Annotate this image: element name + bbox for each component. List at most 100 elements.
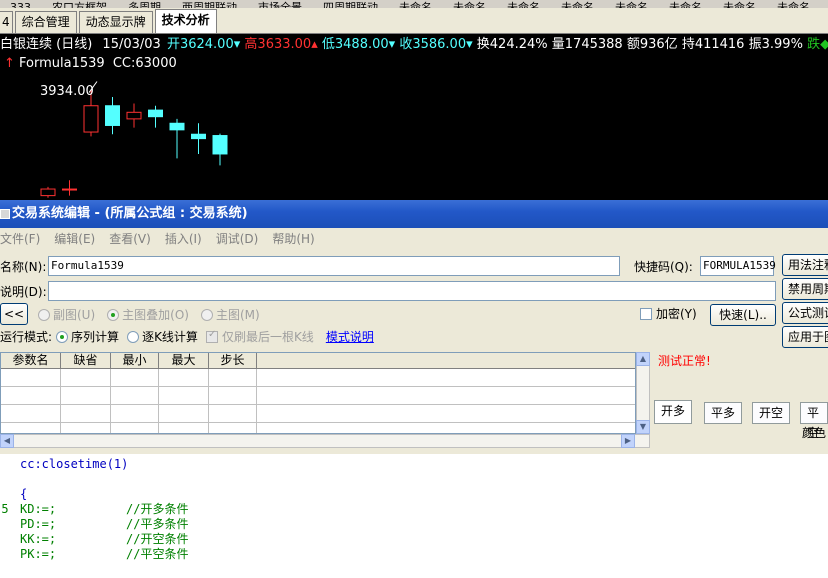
table-row[interactable] xyxy=(1,387,635,405)
candle-body xyxy=(105,105,120,126)
name-label: 名称(N): xyxy=(0,259,47,274)
test-result-panel: 测试正常! 开多 平多 开空 平空 颜色 xyxy=(654,352,828,448)
mode-kline-radio[interactable] xyxy=(127,331,140,343)
candle-body xyxy=(62,188,77,191)
editor-title: 交易系统编辑 - (所属公式组 : 交易系统) xyxy=(12,206,248,221)
col-default[interactable]: 缺省 xyxy=(61,353,111,368)
mode-help-link[interactable]: 模式说明 xyxy=(326,328,374,345)
name-input[interactable]: Formula1539 xyxy=(48,256,620,276)
menu-file[interactable]: 文件(F) xyxy=(0,230,40,247)
code-line: PK:=; //平空条件 xyxy=(20,547,188,562)
mode-sequence-option[interactable]: 序列计算 xyxy=(56,328,119,345)
code-statement: PD:=; xyxy=(20,517,57,531)
formula-code-editor[interactable]: cc:closetime(1){5 KD:=;//开多条件 PD:=;//平多条件 K… xyxy=(0,454,828,578)
menu-insert[interactable]: 插入(I) xyxy=(165,230,202,247)
editor-titlebar[interactable]: 交易系统编辑 - (所属公式组 : 交易系统) xyxy=(0,200,828,228)
code-comment: //开多条件 xyxy=(126,502,189,516)
overlay-radio[interactable] xyxy=(107,308,120,321)
encrypt-label: 加密(Y) xyxy=(656,307,697,321)
candle-body xyxy=(212,135,228,155)
usage-notes-button[interactable]: 用法注释 xyxy=(782,254,828,276)
menu-help[interactable]: 帮助(H) xyxy=(272,230,314,247)
subchart-option[interactable]: 副图(U) xyxy=(38,306,95,323)
view-tab-bar: 4 综合管理 动态显示牌 技术分析 xyxy=(0,8,828,34)
mode-sequence-label: 序列计算 xyxy=(71,330,120,344)
table-row[interactable] xyxy=(1,369,635,387)
scroll-up-icon[interactable]: ▲ xyxy=(636,352,650,366)
encrypt-checkbox[interactable] xyxy=(640,307,652,320)
tab-close-short[interactable]: 平空 xyxy=(800,402,828,440)
menu-edit[interactable]: 编辑(E) xyxy=(54,230,95,247)
description-label: 说明(D): xyxy=(0,284,47,299)
code-comment: //开空条件 xyxy=(126,532,189,546)
formula-test-button[interactable]: 公式测试 xyxy=(782,302,828,324)
code-line: cc:closetime(1) xyxy=(20,457,129,471)
table-row[interactable] xyxy=(1,423,635,433)
shortcut-label: 快捷码(Q): xyxy=(634,259,693,274)
subchart-label: 副图(U) xyxy=(53,307,96,322)
encrypt-option[interactable]: 加密(Y) xyxy=(640,305,697,322)
disable-period-button[interactable]: 禁用周期 xyxy=(782,278,828,300)
window-icon xyxy=(0,209,10,219)
col-min[interactable]: 最小 xyxy=(111,353,159,368)
scroll-right-icon[interactable]: ▶ xyxy=(621,434,635,448)
candle-body xyxy=(148,109,163,118)
scroll-left-icon[interactable]: ◀ xyxy=(0,434,14,448)
code-line: { xyxy=(20,487,28,501)
col-max[interactable]: 最大 xyxy=(159,353,209,368)
col-step[interactable]: 步长 xyxy=(209,353,257,368)
parameter-table-header: 参数名 缺省 最小 最大 步长 xyxy=(1,353,635,369)
kline-chart[interactable]: 白银连续 (日线) 15/03/03 开3624.00▾ 高3633.00▴ 低… xyxy=(0,34,828,200)
mode-kline-option[interactable]: 逐K线计算 xyxy=(127,328,198,345)
overlay-label: 主图叠加(O) xyxy=(122,307,189,322)
run-mode-row: 运行模式: 序列计算 逐K线计算 仅刷最后一根K线 模式说明 xyxy=(0,328,374,345)
candle-body xyxy=(40,188,56,197)
subchart-radio[interactable] xyxy=(38,308,50,321)
name-row: 名称(N): Formula1539 快捷码(Q): FORMULA1539 xyxy=(0,256,776,276)
description-input[interactable] xyxy=(48,281,776,301)
tab-technical-analysis[interactable]: 技术分析 xyxy=(154,9,217,33)
code-statement: KD:=; xyxy=(20,502,57,516)
run-mode-label: 运行模式: xyxy=(0,330,53,344)
mainchart-radio[interactable] xyxy=(200,308,213,321)
candle-body xyxy=(169,122,185,131)
menu-view[interactable]: 查看(V) xyxy=(109,230,151,247)
top-tab-strip: 333 农口方框架 多周期 两周期联动 市场全景 四周期联动 未命名 未命名 未命名 未命名 未命名… xyxy=(0,0,828,8)
tab-open-short[interactable]: 开空 xyxy=(752,402,791,424)
scroll-down-icon[interactable]: ▼ xyxy=(636,420,650,434)
mainchart-option[interactable]: 主图(M) xyxy=(200,306,260,323)
code-line: KK:=; //开空条件 xyxy=(20,532,188,547)
code-line: PD:=; //平多条件 xyxy=(20,517,188,532)
refresh-last-option[interactable]: 仅刷最后一根K线 xyxy=(205,328,314,345)
refresh-last-label: 仅刷最后一根K线 xyxy=(221,330,314,344)
table-horizontal-scrollbar[interactable]: ◀ ▶ xyxy=(0,434,650,448)
tab-4[interactable]: 4 xyxy=(0,11,13,33)
apply-to-chart-button[interactable]: 应用于图 xyxy=(782,326,828,348)
mode-sequence-radio[interactable] xyxy=(56,331,69,343)
menu-debug[interactable]: 调试(D) xyxy=(216,230,259,247)
code-comment: //平空条件 xyxy=(126,547,189,561)
mode-kline-label: 逐K线计算 xyxy=(142,330,198,344)
code-statement: PK:=; xyxy=(20,547,57,561)
table-vertical-scrollbar[interactable]: ▲ ▼ xyxy=(636,352,650,434)
code-comment: //平多条件 xyxy=(126,517,189,531)
tab-dynamic-board[interactable]: 动态显示牌 xyxy=(78,11,153,33)
overlay-option[interactable]: 主图叠加(O) xyxy=(107,306,189,323)
parameter-table[interactable]: 参数名 缺省 最小 最大 步长 xyxy=(0,352,636,434)
code-statement: KK:=; xyxy=(20,532,57,546)
tab-management[interactable]: 综合管理 xyxy=(14,11,77,33)
color-label: 颜色 xyxy=(802,426,827,440)
table-row[interactable] xyxy=(1,405,635,423)
candle-body xyxy=(191,133,206,140)
test-status: 测试正常! xyxy=(658,354,711,368)
col-param-name[interactable]: 参数名 xyxy=(1,353,61,368)
chart-type-row: << 副图(U) 主图叠加(O) 主图(M) xyxy=(0,303,260,325)
editor-menubar: 文件(F) 编辑(E) 查看(V) 插入(I) 调试(D) 帮助(H) xyxy=(0,228,828,248)
tab-close-long[interactable]: 平多 xyxy=(704,402,743,424)
collapse-button[interactable]: << xyxy=(0,303,28,325)
tab-open-long[interactable]: 开多 xyxy=(654,400,693,424)
refresh-last-checkbox[interactable] xyxy=(205,329,218,343)
candle-body xyxy=(83,105,99,133)
shortcut-input[interactable]: FORMULA1539 xyxy=(700,256,776,276)
quick-button[interactable]: 快速(L).. xyxy=(710,304,776,326)
